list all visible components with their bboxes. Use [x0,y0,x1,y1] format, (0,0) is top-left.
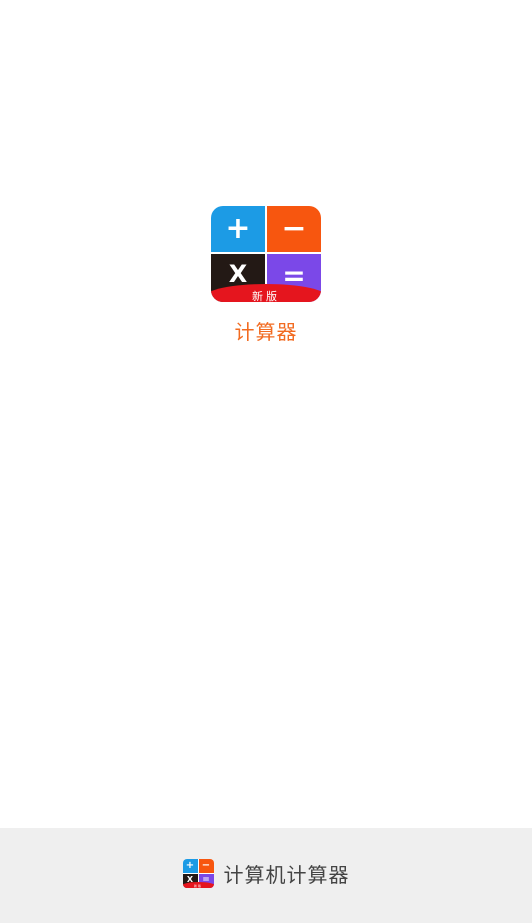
app-title: 计算器 [234,320,298,344]
times-icon: X [228,260,248,288]
mini-minus-tile: − [198,859,214,873]
new-version-ribbon: 新版 [211,284,321,302]
app-logo: + − X = 新版 [211,206,321,302]
minus-icon: − [281,211,307,246]
mini-minus-icon: − [201,860,211,871]
mini-badge: 新版 [193,883,202,888]
mini-plus-tile: + [182,859,198,873]
footer-brand: + − X = 新版 计算机计算器 [182,859,350,888]
mini-plus-icon: + [185,860,195,871]
new-version-badge: 新版 [252,290,280,302]
plus-tile: + [211,206,265,252]
minus-tile: − [267,206,321,252]
splash-screen: + − X = 新版 计算器 + − X = 新版 计算机计算器 [0,0,532,923]
footer-brand-bar: + − X = 新版 计算机计算器 [0,828,532,923]
plus-icon: + [225,211,251,246]
calculator-logo-icon: + − X = 新版 [211,206,321,302]
footer-logo-icon: + − X = 新版 [182,859,214,888]
footer-brand-text: 计算机计算器 [223,863,350,887]
mini-ribbon: 新版 [182,882,214,888]
